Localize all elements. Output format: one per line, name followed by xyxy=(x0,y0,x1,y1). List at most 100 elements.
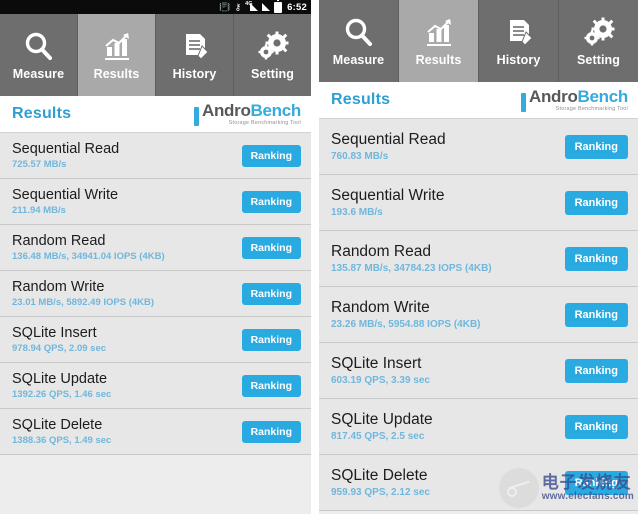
result-value: 211.94 MB/s xyxy=(12,205,66,216)
result-title: Random Write xyxy=(331,299,430,316)
result-title: SQLite Update xyxy=(12,371,108,387)
ranking-button[interactable]: Ranking xyxy=(241,236,301,259)
table-row[interactable]: Random Read 135.87 MB/s, 34784.23 IOPS (… xyxy=(319,231,638,287)
bar-chart-icon xyxy=(422,16,456,50)
table-row[interactable]: SQLite Delete 959.93 QPS, 2.12 sec Ranki… xyxy=(319,455,638,511)
result-value: 817.45 QPS, 2.5 sec xyxy=(331,431,425,442)
results-header-right: Results AndroBench Storage Benchmarking … xyxy=(319,82,638,119)
tab-results[interactable]: Results xyxy=(78,14,156,96)
result-title: SQLite Update xyxy=(331,411,433,428)
ranking-button[interactable]: Ranking xyxy=(564,190,628,215)
status-bar-clock: 6:52 xyxy=(287,1,307,13)
tab-setting[interactable]: Setting xyxy=(559,0,638,82)
table-row[interactable]: SQLite Delete 1388.36 QPS, 1.49 sec Rank… xyxy=(0,409,311,455)
search-magnifier-icon xyxy=(22,30,56,64)
ranking-button[interactable]: Ranking xyxy=(564,246,628,271)
ranking-button[interactable]: Ranking xyxy=(241,374,301,397)
ranking-button[interactable]: Ranking xyxy=(241,282,301,305)
ranking-button[interactable]: Ranking xyxy=(564,414,628,439)
result-value: 959.93 QPS, 2.12 sec xyxy=(331,487,430,498)
logo-tagline: Storage Benchmarking Tool xyxy=(555,105,628,112)
signal-triangle xyxy=(250,3,259,11)
result-value: 603.19 QPS, 3.39 sec xyxy=(331,375,430,386)
ranking-button[interactable]: Ranking xyxy=(241,144,301,167)
ranking-button[interactable]: Ranking xyxy=(241,190,301,213)
document-pen-icon xyxy=(502,16,536,50)
gears-icon xyxy=(582,16,616,50)
results-list-left: Sequential Read 725.57 MB/s Ranking Sequ… xyxy=(0,133,311,514)
document-pen-icon xyxy=(178,30,212,64)
result-title: Random Read xyxy=(12,233,106,249)
result-value: 1392.26 QPS, 1.46 sec xyxy=(12,389,112,400)
table-row[interactable]: Random Write 23.26 MB/s, 5954.88 IOPS (4… xyxy=(319,287,638,343)
logo-word-andro: Andro xyxy=(528,86,578,106)
ranking-button[interactable]: Ranking xyxy=(564,358,628,383)
page-title: Results xyxy=(331,91,391,108)
result-value: 193.6 MB/s xyxy=(331,207,383,218)
table-row[interactable]: SQLite Insert 603.19 QPS, 3.39 sec Ranki… xyxy=(319,343,638,399)
logo-word-andro: Andro xyxy=(201,100,251,120)
table-row[interactable]: Sequential Write 211.94 MB/s Ranking xyxy=(0,179,311,225)
result-value: 978.94 QPS, 2.09 sec xyxy=(12,343,107,354)
status-bar: 📳 ⚷ 4G 6:52 xyxy=(0,0,311,14)
tab-measure[interactable]: Measure xyxy=(319,0,399,82)
tab-bar-right: Measure Results History Setting xyxy=(319,0,638,82)
result-title: SQLite Insert xyxy=(12,325,97,341)
tab-setting[interactable]: Setting xyxy=(234,14,311,96)
tab-bar-left: Measure Results History Setting xyxy=(0,14,311,96)
result-value: 725.57 MB/s xyxy=(12,159,67,170)
results-header-left: Results AndroBench Storage Benchmarking … xyxy=(0,96,311,133)
table-row[interactable]: Sequential Read 725.57 MB/s Ranking xyxy=(0,133,311,179)
androbench-logo: AndroBench Storage Benchmarking Tool xyxy=(193,100,302,126)
page-title: Results xyxy=(12,105,72,122)
logo-bar-mark xyxy=(520,92,526,112)
logo-tagline: Storage Benchmarking Tool xyxy=(228,119,301,126)
table-row[interactable]: SQLite Insert 978.94 QPS, 2.09 sec Ranki… xyxy=(0,317,311,363)
table-row[interactable]: SQLite Update 1392.26 QPS, 1.46 sec Rank… xyxy=(0,363,311,409)
mobile-signal-4g-icon: 4G xyxy=(245,1,259,12)
signal-bars-icon xyxy=(262,3,271,11)
tab-history[interactable]: History xyxy=(156,14,234,96)
result-title: SQLite Delete xyxy=(331,467,428,484)
logo-word-bench: Bench xyxy=(250,100,302,120)
table-row[interactable]: Sequential Write 193.6 MB/s Ranking xyxy=(319,175,638,231)
result-title: Sequential Read xyxy=(12,141,120,157)
result-value: 760.83 MB/s xyxy=(331,151,389,162)
result-title: Sequential Read xyxy=(331,131,446,148)
result-title: SQLite Delete xyxy=(12,417,103,433)
tab-measure-label: Measure xyxy=(12,66,65,81)
table-row[interactable]: SQLite Update 817.45 QPS, 2.5 sec Rankin… xyxy=(319,399,638,455)
result-value: 135.87 MB/s, 34784.23 IOPS (4KB) xyxy=(331,263,492,274)
ranking-button[interactable]: Ranking xyxy=(564,470,628,495)
tab-history-label: History xyxy=(172,66,217,81)
result-title: Sequential Write xyxy=(331,187,445,204)
tab-history-label: History xyxy=(496,52,541,67)
result-title: Random Write xyxy=(12,279,105,295)
ranking-button[interactable]: Ranking xyxy=(564,302,628,327)
result-value: 1388.36 QPS, 1.49 sec xyxy=(12,435,112,446)
battery-icon xyxy=(274,0,283,13)
right-phone-screen: Measure Results History Setting Results … xyxy=(319,0,638,514)
tab-setting-label: Setting xyxy=(576,52,621,67)
ranking-button[interactable]: Ranking xyxy=(241,420,301,443)
tab-setting-label: Setting xyxy=(250,66,295,81)
gears-icon xyxy=(256,30,290,64)
result-value: 23.26 MB/s, 5954.88 IOPS (4KB) xyxy=(331,319,481,330)
androbench-logo: AndroBench Storage Benchmarking Tool xyxy=(520,86,628,112)
ranking-button[interactable]: Ranking xyxy=(564,134,628,159)
ranking-button[interactable]: Ranking xyxy=(241,328,301,351)
left-phone-screen: 📳 ⚷ 4G 6:52 Measure Results History Sett… xyxy=(0,0,311,514)
vpn-key-icon: ⚷ xyxy=(234,1,242,12)
table-row[interactable]: Random Write 23.01 MB/s, 5892.49 IOPS (4… xyxy=(0,271,311,317)
table-row[interactable]: Random Read 136.48 MB/s, 34941.04 IOPS (… xyxy=(0,225,311,271)
search-magnifier-icon xyxy=(342,16,376,50)
tab-results-label: Results xyxy=(415,52,462,67)
result-value: 23.01 MB/s, 5892.49 IOPS (4KB) xyxy=(12,297,155,308)
result-value: 136.48 MB/s, 34941.04 IOPS (4KB) xyxy=(12,251,165,262)
tab-results-label: Results xyxy=(93,66,140,81)
tab-results[interactable]: Results xyxy=(399,0,479,82)
tab-measure[interactable]: Measure xyxy=(0,14,78,96)
table-row[interactable]: Sequential Read 760.83 MB/s Ranking xyxy=(319,119,638,175)
logo-bar-mark xyxy=(193,106,199,126)
tab-history[interactable]: History xyxy=(479,0,559,82)
